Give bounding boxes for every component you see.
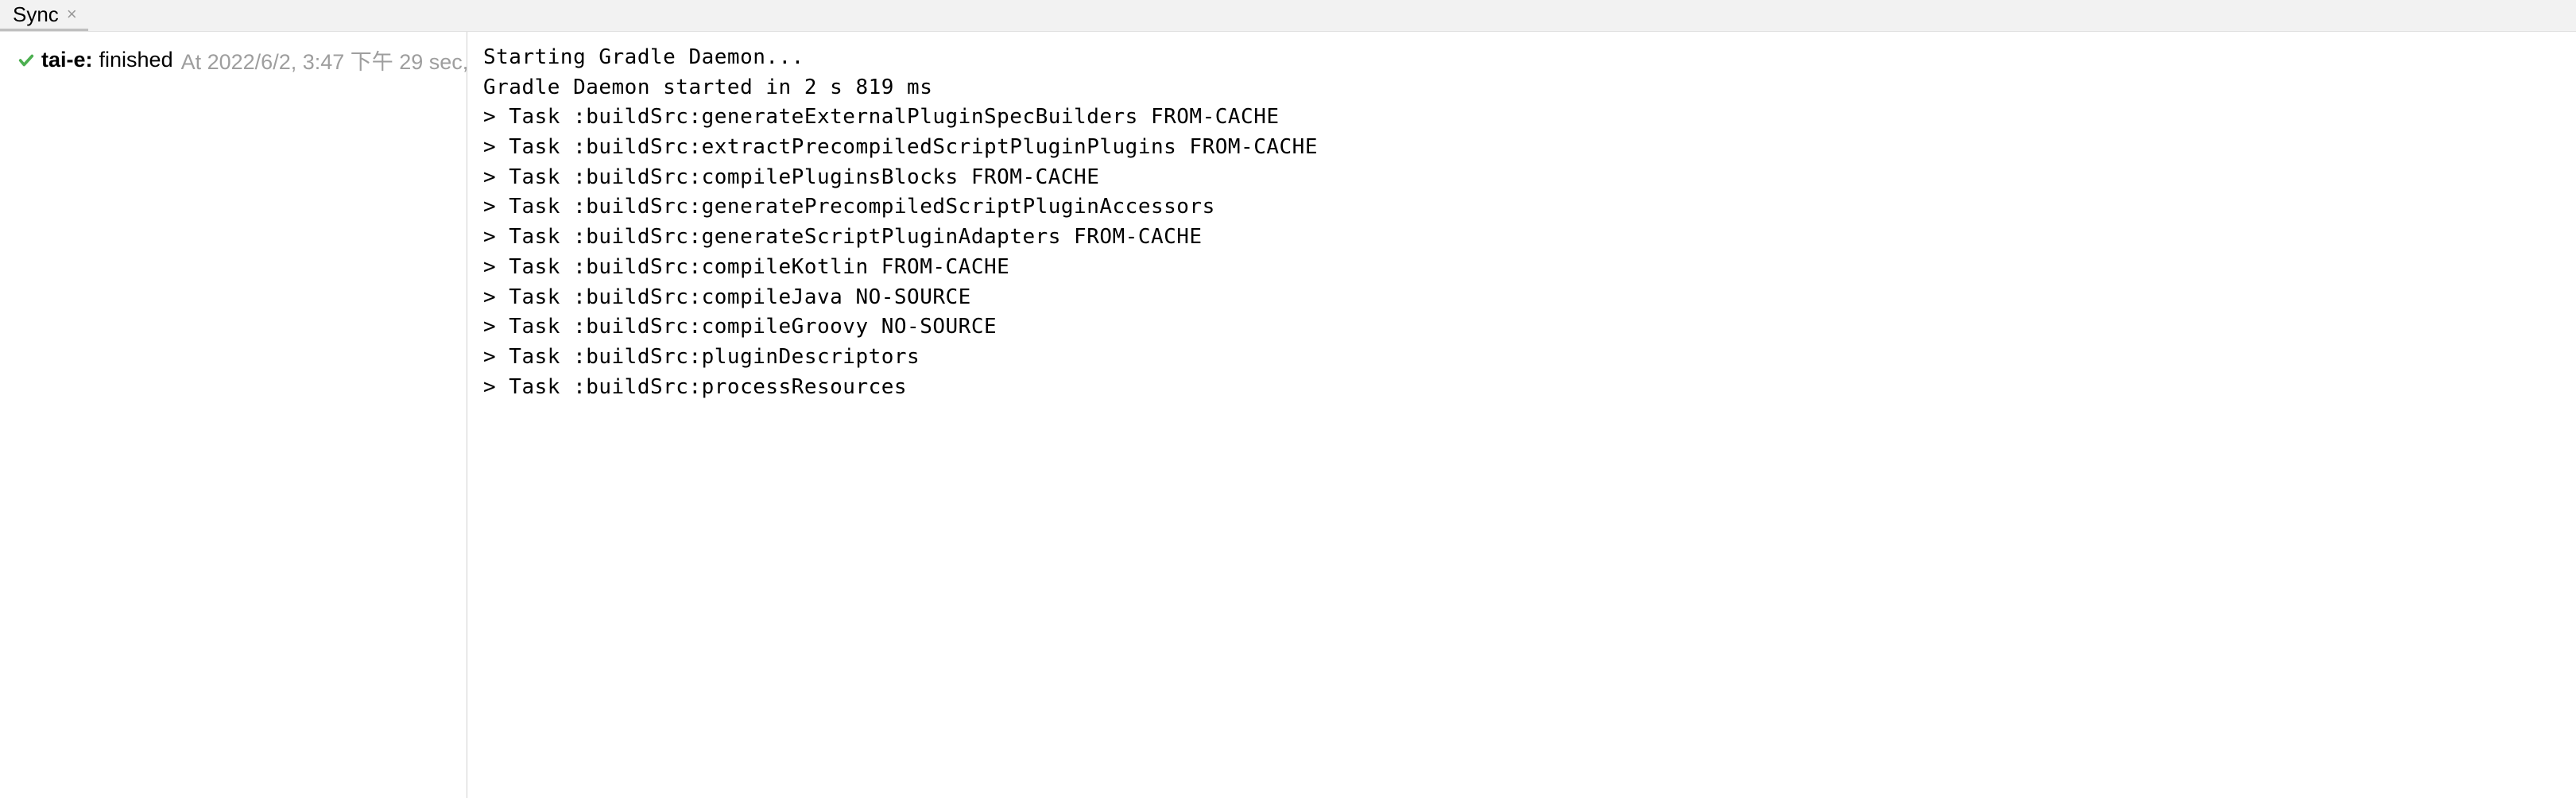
console-line: > Task :buildSrc:compileKotlin FROM-CACH…	[483, 253, 2560, 283]
console-line: > Task :buildSrc:generateExternalPluginS…	[483, 103, 2560, 133]
console-line: > Task :buildSrc:generatePrecompiledScri…	[483, 192, 2560, 223]
close-icon[interactable]: ×	[67, 6, 77, 23]
console-line: > Task :buildSrc:processResources	[483, 373, 2560, 403]
content-area: tai-e: finished At 2022/6/2, 3:47 下午 29 …	[0, 32, 2576, 798]
console-line: > Task :buildSrc:extractPrecompiledScrip…	[483, 133, 2560, 163]
console-line: > Task :buildSrc:compileJava NO-SOURCE	[483, 283, 2560, 313]
tab-label: Sync	[13, 2, 59, 27]
console-line: > Task :buildSrc:generateScriptPluginAda…	[483, 223, 2560, 253]
task-tree-panel: tai-e: finished At 2022/6/2, 3:47 下午 29 …	[0, 32, 467, 798]
status-state: finished	[99, 48, 173, 72]
sync-status-row[interactable]: tai-e: finished At 2022/6/2, 3:47 下午 29 …	[17, 45, 460, 76]
console-line: > Task :buildSrc:compileGroovy NO-SOURCE	[483, 312, 2560, 343]
console-line: > Task :buildSrc:pluginDescriptors	[483, 343, 2560, 373]
console-line: > Task :buildSrc:compilePluginsBlocks FR…	[483, 163, 2560, 193]
console-line: Starting Gradle Daemon...	[483, 43, 2560, 73]
console-line: Gradle Daemon started in 2 s 819 ms	[483, 73, 2560, 103]
console-output-panel[interactable]: Starting Gradle Daemon... Gradle Daemon …	[467, 32, 2576, 798]
project-name: tai-e:	[41, 48, 93, 72]
tab-sync[interactable]: Sync ×	[0, 0, 88, 31]
checkmark-icon	[17, 52, 35, 69]
tab-bar: Sync ×	[0, 0, 2576, 32]
